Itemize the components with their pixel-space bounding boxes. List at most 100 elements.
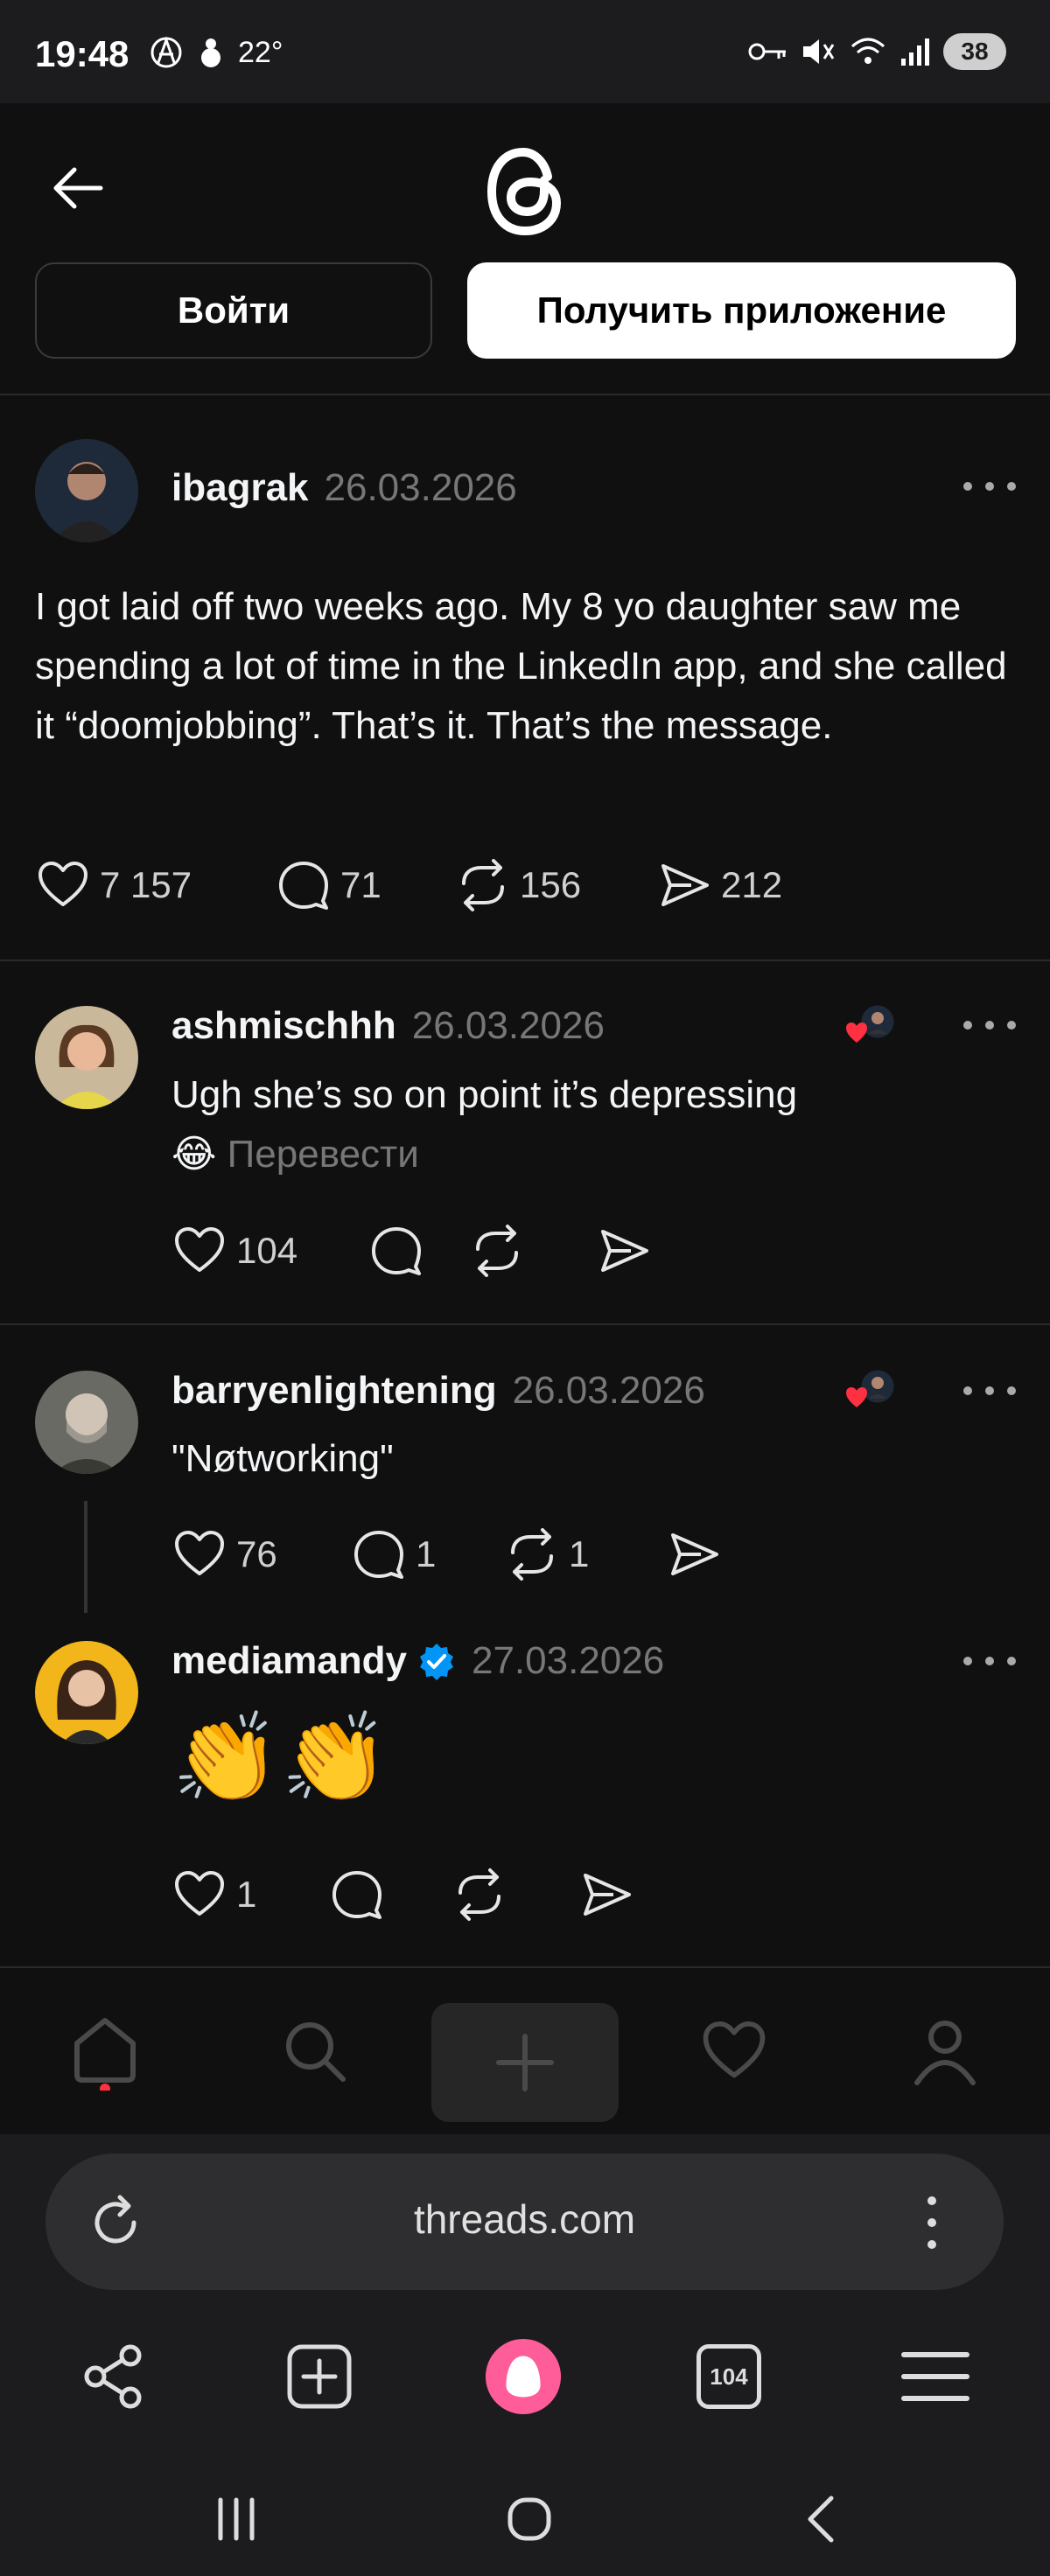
like-button[interactable]: 104 xyxy=(172,1223,368,1279)
share-icon xyxy=(584,1874,631,1916)
tab-activity[interactable] xyxy=(686,2003,782,2099)
share-icon xyxy=(601,1230,648,1272)
reply-count: 1 xyxy=(416,1533,437,1574)
threads-logo[interactable] xyxy=(480,142,570,241)
hamburger-icon xyxy=(901,2352,970,2401)
more-icon xyxy=(963,482,1016,491)
like-count: 1 xyxy=(236,1874,257,1915)
top-bar: Войти Получить приложение xyxy=(0,103,1050,392)
avatar-ibagrak-icon xyxy=(35,439,138,542)
key-icon xyxy=(748,43,786,60)
share-button[interactable]: 212 xyxy=(656,857,782,913)
author-liked-badge xyxy=(844,1367,897,1420)
thread-line xyxy=(84,1501,88,1613)
like-count: 76 xyxy=(236,1533,277,1574)
tab-profile[interactable] xyxy=(897,2003,993,2099)
back-system-button[interactable] xyxy=(788,2484,858,2554)
author-liked-icon xyxy=(846,1002,897,1043)
reply-date[interactable]: 27.03.2026 xyxy=(472,1639,664,1683)
reply-date[interactable]: 26.03.2026 xyxy=(513,1369,705,1413)
repost-button[interactable]: 156 xyxy=(455,857,656,913)
translate-link[interactable]: Перевести xyxy=(228,1133,419,1176)
tabs-count: 104 xyxy=(710,2363,748,2390)
reply-meta: ashmischhh 26.03.2026 xyxy=(172,1004,605,1048)
recent-apps-icon xyxy=(218,2497,255,2541)
repost-count: 1 xyxy=(569,1533,590,1574)
share-page-button[interactable] xyxy=(74,2337,152,2416)
comment-icon xyxy=(279,862,328,910)
tab-home[interactable] xyxy=(57,2003,153,2099)
alice-assistant-button[interactable] xyxy=(484,2337,563,2416)
comment-icon xyxy=(354,1531,403,1579)
threads-logo-icon xyxy=(486,147,562,236)
get-app-button[interactable]: Получить приложение xyxy=(467,262,1016,359)
chevron-left-icon xyxy=(808,2496,834,2543)
reply-divider xyxy=(0,1323,1050,1325)
home-system-button[interactable] xyxy=(494,2484,564,2554)
avatar[interactable] xyxy=(35,1371,138,1474)
url-text: threads.com xyxy=(413,2196,636,2242)
share-count: 212 xyxy=(721,864,783,905)
more-options-button[interactable] xyxy=(959,1382,1020,1408)
reply-username[interactable]: mediamandy xyxy=(172,1639,407,1683)
repost-button[interactable] xyxy=(469,1223,596,1279)
reply-button[interactable]: 1 xyxy=(351,1526,504,1582)
reply-button[interactable]: 71 xyxy=(276,857,455,913)
repost-button[interactable] xyxy=(452,1867,578,1923)
heart-icon xyxy=(175,1871,224,1916)
more-options-button[interactable] xyxy=(959,1016,1020,1043)
share-button[interactable] xyxy=(596,1223,652,1279)
tab-new-post[interactable] xyxy=(431,2003,619,2122)
like-button[interactable]: 7 157 xyxy=(35,857,276,913)
reply-username[interactable]: barryenlightening xyxy=(172,1369,497,1413)
heart-icon xyxy=(175,1227,224,1272)
more-options-button[interactable] xyxy=(959,478,1020,504)
avatar[interactable] xyxy=(35,1641,138,1744)
search-icon xyxy=(286,2022,346,2082)
reply-meta: mediamandy 27.03.2026 xyxy=(172,1639,664,1683)
avatar-barryenlightening-icon xyxy=(35,1371,138,1474)
post-username[interactable]: ibagrak xyxy=(172,466,309,510)
avatar[interactable] xyxy=(35,439,138,542)
browser-bar: threads.com 104 xyxy=(0,2134,1050,2576)
status-left-icons: 22° xyxy=(149,35,283,70)
arrow-left-icon xyxy=(53,167,103,209)
recent-apps-button[interactable] xyxy=(201,2484,271,2554)
share-button[interactable] xyxy=(666,1526,722,1582)
share-icon xyxy=(671,1533,718,1575)
like-button[interactable]: 76 xyxy=(172,1526,351,1582)
share-icon xyxy=(662,864,709,906)
reply-count: 71 xyxy=(340,864,382,905)
tabs-button[interactable]: 104 xyxy=(690,2337,768,2416)
reply-username[interactable]: ashmischhh xyxy=(172,1004,396,1048)
verified-badge-icon xyxy=(419,1644,453,1680)
url-bar[interactable]: threads.com xyxy=(46,2154,1004,2290)
reply-date[interactable]: 26.03.2026 xyxy=(412,1004,605,1048)
reply-button[interactable] xyxy=(329,1867,452,1923)
more-options-button[interactable] xyxy=(959,1652,1020,1679)
repost-icon xyxy=(511,1528,553,1581)
repost-icon xyxy=(476,1225,518,1277)
new-tab-button[interactable] xyxy=(280,2337,359,2416)
reply-button[interactable] xyxy=(368,1223,469,1279)
like-count: 104 xyxy=(236,1230,298,1271)
repost-button[interactable]: 1 xyxy=(504,1526,666,1582)
tabs-count-icon: 104 xyxy=(696,2344,761,2409)
share-nodes-icon xyxy=(84,2344,142,2409)
share-button[interactable] xyxy=(578,1867,634,1923)
plus-square-icon xyxy=(287,2344,352,2409)
tab-search[interactable] xyxy=(267,2003,363,2099)
browser-menu-button[interactable] xyxy=(896,2337,975,2416)
reply-text: Ugh she’s so on point it’s depressing 😂 … xyxy=(172,1065,959,1184)
login-button[interactable]: Войти xyxy=(35,262,432,359)
menu-dots-icon[interactable] xyxy=(923,2192,941,2253)
author-liked-badge xyxy=(844,1002,897,1055)
avatar[interactable] xyxy=(35,1006,138,1109)
repost-count: 156 xyxy=(520,864,582,905)
alice-icon xyxy=(485,2338,562,2415)
like-button[interactable]: 1 xyxy=(172,1867,329,1923)
wifi-icon xyxy=(851,38,885,64)
back-button[interactable] xyxy=(48,157,109,219)
post-date[interactable]: 26.03.2026 xyxy=(325,466,517,510)
reply-actions: 76 1 1 xyxy=(172,1526,722,1582)
